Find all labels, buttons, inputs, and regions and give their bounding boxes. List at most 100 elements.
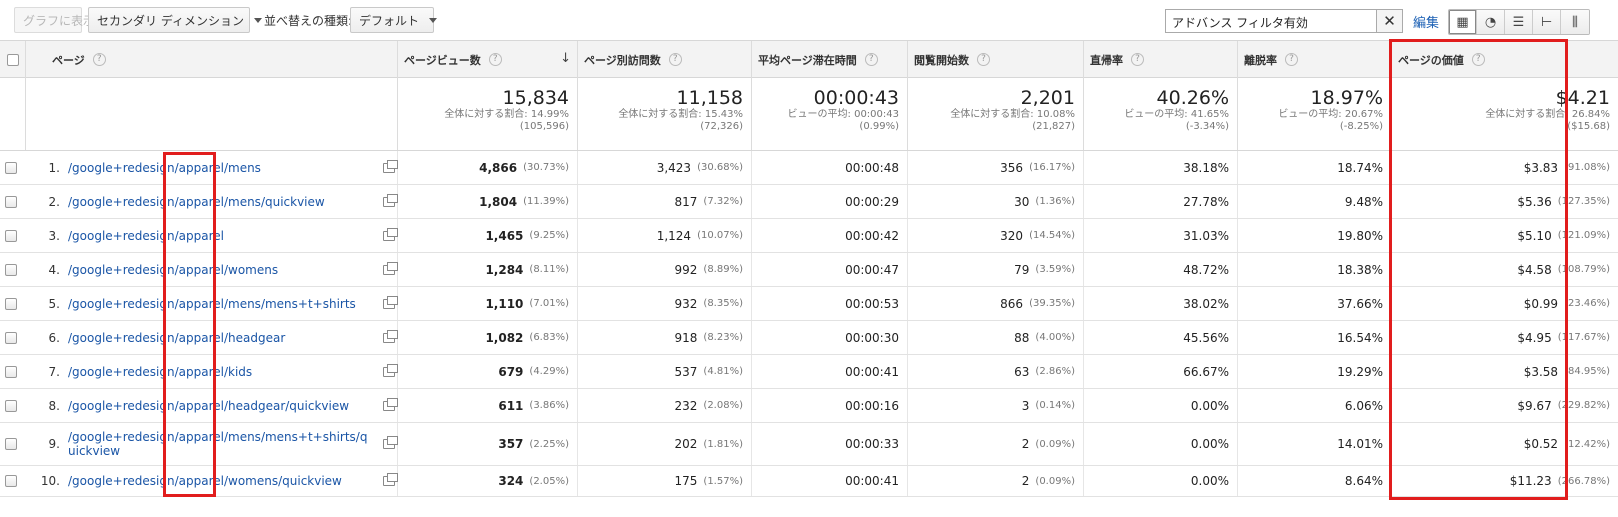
cell-value: 00:00:16 xyxy=(845,398,899,413)
bar-icon[interactable]: ☰ xyxy=(1505,10,1533,34)
close-icon[interactable]: ✕ xyxy=(1377,9,1403,33)
cell-value: 357 xyxy=(498,437,524,451)
header-page-value[interactable]: ページの価値? xyxy=(1392,41,1618,78)
header-entrances[interactable]: 閲覧開始数? xyxy=(908,41,1084,78)
cell-value: 38.18% xyxy=(1183,160,1229,175)
external-link-icon[interactable] xyxy=(383,261,398,275)
help-icon[interactable]: ? xyxy=(864,53,878,66)
help-icon[interactable]: ? xyxy=(1131,53,1144,66)
cell-percent: (10.07%) xyxy=(697,230,743,241)
row-checkbox[interactable] xyxy=(5,297,17,310)
cell-page: 8. /google+redesign/apparel/headgear/quic… xyxy=(0,389,398,422)
cell-exit-rate: 18.74% xyxy=(1238,151,1392,184)
header-label: 離脱率 xyxy=(1244,53,1277,67)
help-icon[interactable]: ? xyxy=(977,53,990,66)
cell-value: 4,866 xyxy=(479,160,518,175)
cell-page: 2. /google+redesign/apparel/mens/quickvie… xyxy=(0,185,398,218)
cell-percent: (30.68%) xyxy=(697,162,743,173)
page-path-link[interactable]: /google+redesign/apparel/headgear/quickv… xyxy=(68,399,372,413)
pie-icon[interactable]: ◔ xyxy=(1477,10,1505,34)
select-all-checkbox[interactable] xyxy=(6,53,19,66)
external-link-icon[interactable] xyxy=(383,363,398,377)
cell-exit-rate: 16.54% xyxy=(1238,321,1392,354)
advanced-filter-input[interactable]: アドバンス フィルタ有効 xyxy=(1165,9,1377,33)
table-row: 5. /google+redesign/apparel/mens/mens+t+s… xyxy=(0,287,1618,321)
page-path-link[interactable]: /google+redesign/apparel/headgear xyxy=(68,331,372,345)
help-icon[interactable]: ? xyxy=(1471,53,1485,66)
external-link-icon[interactable] xyxy=(383,159,398,173)
external-link-icon[interactable] xyxy=(383,436,398,449)
header-page[interactable]: ページ? xyxy=(26,41,398,78)
row-checkbox[interactable] xyxy=(5,399,17,412)
row-checkbox[interactable] xyxy=(5,195,17,208)
cell-value: 817 xyxy=(674,194,698,209)
page-path-link[interactable]: /google+redesign/apparel/womens xyxy=(68,263,372,277)
total-value: 15,834 xyxy=(502,87,569,109)
sort-type-dropdown[interactable]: デフォルト xyxy=(350,7,438,33)
page-path-link[interactable]: /google+redesign/apparel/womens/quickvie… xyxy=(68,474,372,488)
cell-value: 14.01% xyxy=(1337,437,1383,451)
cell-value: $5.10 xyxy=(1517,228,1552,243)
header-exit-rate[interactable]: 離脱率? xyxy=(1238,41,1392,78)
external-link-icon[interactable] xyxy=(383,473,398,486)
page-path-link[interactable]: /google+redesign/apparel/kids xyxy=(68,365,372,379)
cell-percent: (8.89%) xyxy=(703,264,743,275)
row-checkbox[interactable] xyxy=(5,438,17,450)
row-number: 7. xyxy=(48,364,60,379)
row-checkbox[interactable] xyxy=(5,229,17,242)
row-checkbox[interactable] xyxy=(5,475,17,487)
total-base: (72,326) xyxy=(700,121,743,132)
report-toolbar: グラフに表示 セカンダリ ディメンション 並べ替えの種類: デフォルト アドバン… xyxy=(0,0,1618,40)
page-path-link[interactable]: /google+redesign/apparel/mens xyxy=(68,161,372,175)
cell-pageviews: 679 (4.29%) xyxy=(398,355,578,388)
row-checkbox[interactable] xyxy=(5,331,17,344)
help-icon[interactable]: ? xyxy=(488,53,502,66)
cell-value: 00:00:47 xyxy=(845,262,899,277)
external-link-icon[interactable] xyxy=(383,397,398,411)
page-path-link[interactable]: /google+redesign/apparel/mens/mens+t+shi… xyxy=(68,430,372,458)
table-icon[interactable]: ▦ xyxy=(1449,10,1477,34)
help-icon[interactable]: ? xyxy=(92,53,106,66)
total-base: ($15.68) xyxy=(1567,121,1610,132)
cell-value: 1,804 xyxy=(479,194,518,209)
header-pageviews[interactable]: ページビュー数? ↓ xyxy=(398,41,578,78)
external-link-icon[interactable] xyxy=(383,295,398,309)
total-base: (-3.34%) xyxy=(1185,121,1229,132)
header-unique-pageviews[interactable]: ページ別訪問数? xyxy=(578,41,752,78)
cell-pageviews: 4,866 (30.73%) xyxy=(398,151,578,184)
external-link-icon[interactable] xyxy=(383,227,398,241)
external-link-icon[interactable] xyxy=(383,193,398,207)
total-share: 全体に対する割合: 14.99% xyxy=(444,109,569,120)
total-share: 全体に対する割合: 26.84% xyxy=(1485,109,1610,120)
page-path-link[interactable]: /google+redesign/apparel xyxy=(68,229,372,243)
cell-value: 79 xyxy=(1014,262,1030,277)
total-share: ビューの平均: 41.65% xyxy=(1124,109,1229,120)
plot-graph-button[interactable]: グラフに表示 xyxy=(14,7,95,33)
cell-value: $5.36 xyxy=(1517,194,1552,209)
page-path-link[interactable]: /google+redesign/apparel/mens/mens+t+shi… xyxy=(68,297,372,311)
row-checkbox[interactable] xyxy=(5,161,17,174)
header-avg-time[interactable]: 平均ページ滞在時間? xyxy=(752,41,908,78)
pivot-icon[interactable]: ⫼ xyxy=(1561,10,1589,34)
cell-percent: (0.09%) xyxy=(1035,475,1075,487)
cell-page-value: $5.36 (127.35%) xyxy=(1392,185,1618,218)
cell-percent: (30.73%) xyxy=(523,162,569,173)
cell-page: 4. /google+redesign/apparel/womens xyxy=(0,253,398,286)
edit-filter-link[interactable]: 編集 xyxy=(1413,12,1439,31)
header-bounce-rate[interactable]: 直帰率? xyxy=(1084,41,1238,78)
cell-value: $4.58 xyxy=(1517,262,1552,277)
total-base: (0.99%) xyxy=(859,121,899,132)
total-pageviews: 15,834 全体に対する割合: 14.99% (105,596) xyxy=(398,78,578,150)
cell-value: $4.95 xyxy=(1517,330,1552,345)
external-link-icon[interactable] xyxy=(383,329,398,343)
comparison-icon[interactable]: ⊢ xyxy=(1533,10,1561,34)
help-icon[interactable]: ? xyxy=(668,53,682,66)
page-path-link[interactable]: /google+redesign/apparel/mens/quickview xyxy=(68,195,372,209)
cell-avg-time: 00:00:33 xyxy=(752,423,908,465)
help-icon[interactable]: ? xyxy=(1285,53,1298,66)
cell-value: $9.67 xyxy=(1517,398,1552,413)
secondary-dimension-dropdown[interactable]: セカンダリ ディメンション xyxy=(88,7,262,33)
row-checkbox[interactable] xyxy=(5,365,17,378)
row-checkbox[interactable] xyxy=(5,263,17,276)
cell-percent: (23.46%) xyxy=(1564,298,1610,309)
